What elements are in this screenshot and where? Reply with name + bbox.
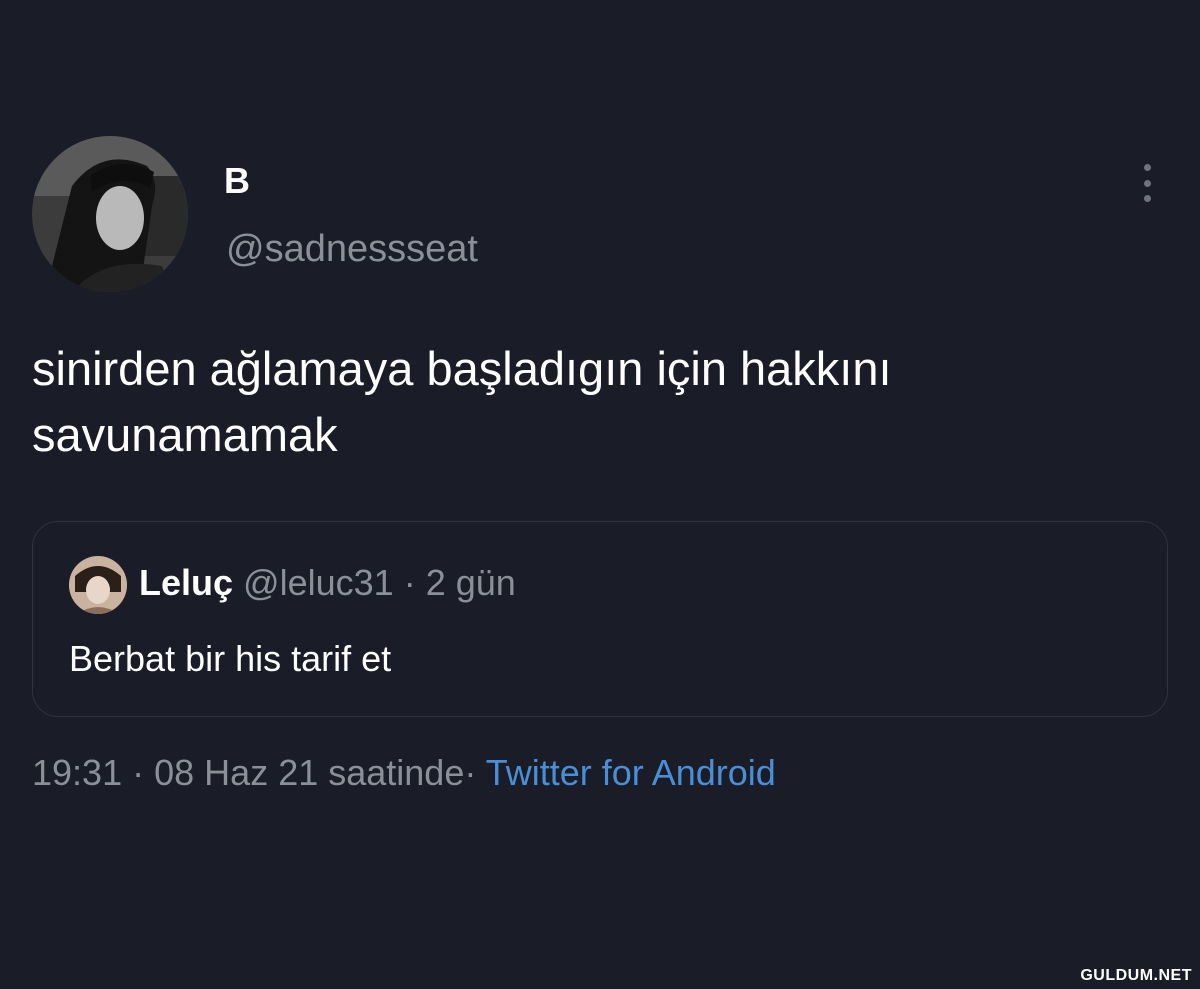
tweet-text: sinirden ağlamaya başladıgın için hakkın… (32, 342, 892, 461)
tweet-date: 08 Haz 21 saatinde (154, 752, 465, 793)
author-avatar[interactable] (32, 136, 188, 292)
more-vertical-icon[interactable] (1130, 160, 1164, 206)
more-dot (1143, 164, 1151, 171)
quoted-author-name[interactable]: Leluç (139, 562, 233, 603)
quoted-tweet-header: Leluç @leluc31 · 2 gün (139, 562, 516, 604)
author-display-name[interactable]: B (224, 160, 250, 202)
more-dot (1143, 195, 1151, 202)
tweet-source-link[interactable]: Twitter for Android (486, 752, 776, 793)
meta-separator: · (132, 752, 145, 793)
tweet-time: 19:31 (32, 752, 123, 793)
tweet-screen: B @sadnessseat sinirden ağlamaya başladı… (0, 0, 1200, 989)
author-handle[interactable]: @sadnessseat (226, 228, 478, 271)
quoted-tweet-card[interactable]: Leluç @leluc31 · 2 gün Berbat bir his ta… (32, 521, 1168, 717)
quoted-tweet-text: Berbat bir his tarif et (69, 638, 392, 679)
quoted-separator: · (403, 562, 416, 603)
more-dot (1143, 179, 1151, 187)
tweet-meta: 19:31 · 08 Haz 21 saatinde· Twitter for … (32, 752, 776, 794)
watermark: GULDUM.NET (1080, 967, 1192, 984)
meta-separator: · (464, 752, 477, 793)
quoted-author-avatar[interactable] (69, 556, 127, 614)
quoted-author-handle[interactable]: @leluc31 (243, 562, 394, 603)
quoted-age: 2 gün (425, 562, 516, 603)
